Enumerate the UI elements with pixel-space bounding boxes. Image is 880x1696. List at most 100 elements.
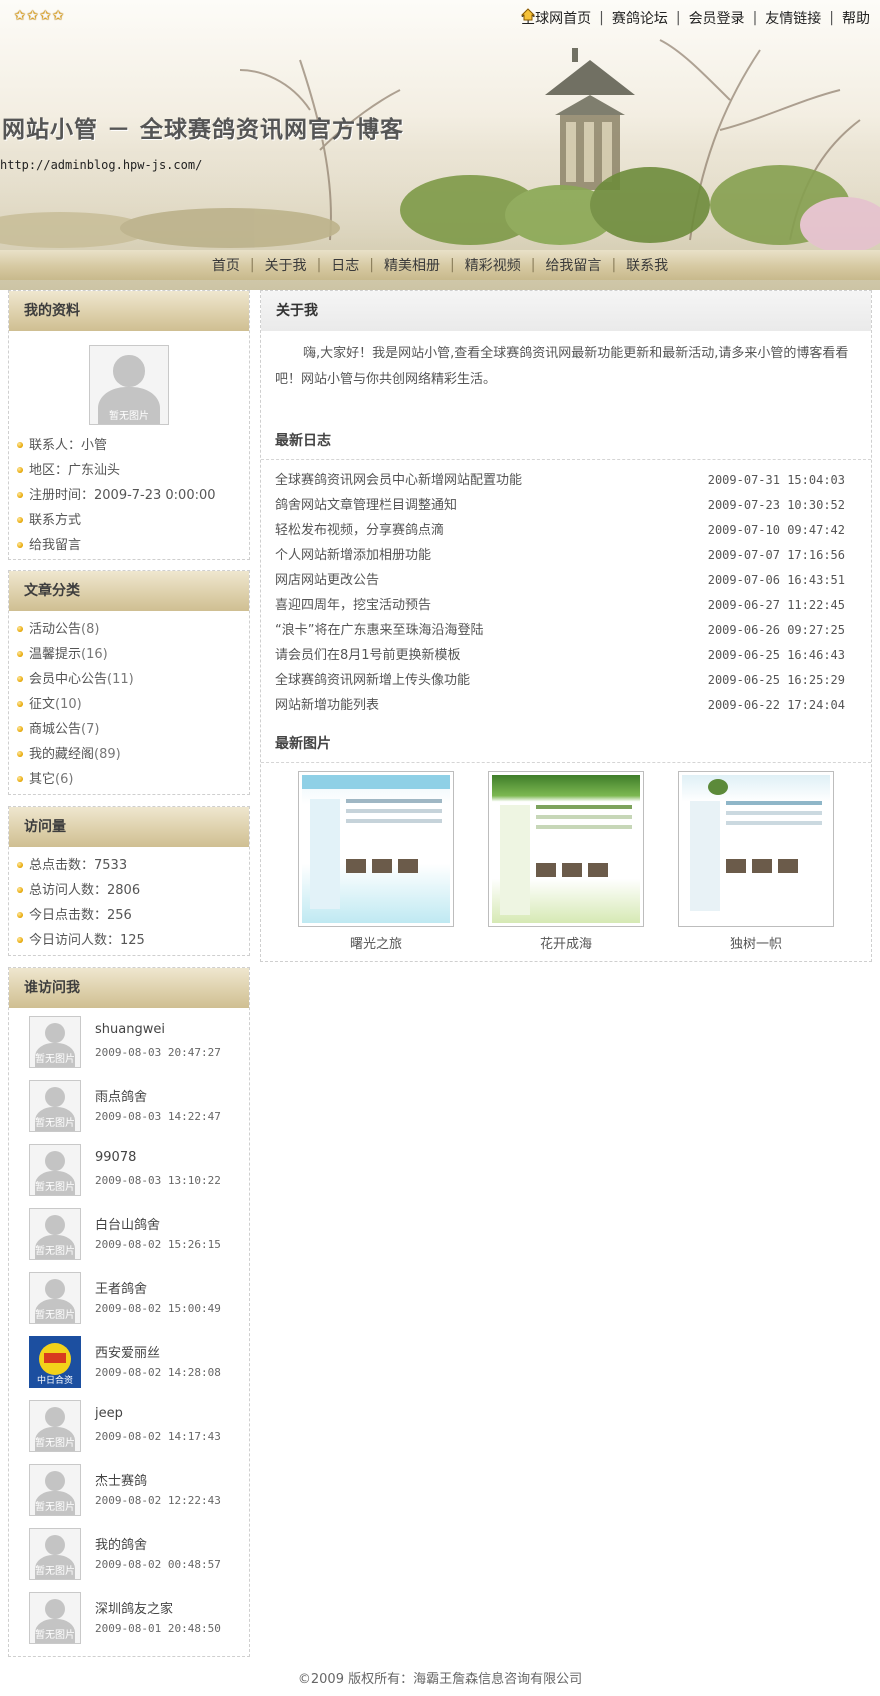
gallery-thumbnail[interactable]: [488, 771, 644, 927]
topnav-separator: |: [752, 10, 758, 26]
log-row[interactable]: 网站新增功能列表 2009-06-22 17:24:04: [261, 693, 871, 718]
visitor-name[interactable]: 杰士赛鸽: [95, 1470, 147, 1489]
visitor-item[interactable]: 暂无图片 白台山鸽舍 2009-08-02 15:26:15: [9, 1204, 249, 1268]
visitor-avatar[interactable]: 暂无图片: [29, 1208, 81, 1260]
latest-logs-list: 全球赛鸽资讯网会员中心新增网站配置功能 2009-07-31 15:04:03 鸽…: [261, 459, 871, 718]
visitor-time: 2009-08-02 14:28:08: [95, 1366, 221, 1379]
latest-logs-title: 最新日志: [275, 433, 331, 449]
category-item[interactable]: 征文(10): [17, 692, 249, 717]
log-title-link[interactable]: “浪卡”将在广东惠来至珠海沿海登陆: [275, 618, 483, 643]
visitor-name[interactable]: 王者鸽舍: [95, 1278, 147, 1297]
visitor-item[interactable]: 暂无图片 shuangwei 2009-08-03 20:47:27: [9, 1012, 249, 1076]
visitor-avatar[interactable]: 暂无图片: [29, 1592, 81, 1644]
log-title-link[interactable]: 网店网站更改公告: [275, 568, 379, 593]
log-title-link[interactable]: 全球赛鸽资讯网会员中心新增网站配置功能: [275, 468, 522, 493]
visitor-item[interactable]: 暂无图片 深圳鸽友之家 2009-08-01 20:48:50: [9, 1588, 249, 1652]
log-row[interactable]: 全球赛鸽资讯网会员中心新增网站配置功能 2009-07-31 15:04:03: [261, 468, 871, 493]
visitor-item[interactable]: 暂无图片 99078 2009-08-03 13:10:22: [9, 1140, 249, 1204]
category-item[interactable]: 会员中心公告(11): [17, 667, 249, 692]
profile-contact-method-link[interactable]: 联系方式: [17, 508, 249, 533]
visitor-time: 2009-08-03 14:22:47: [95, 1110, 221, 1123]
category-item[interactable]: 其它(6): [17, 767, 249, 792]
visitor-name[interactable]: 西安爱丽丝: [95, 1342, 160, 1361]
topnav-friend-links-link[interactable]: 友情链接: [765, 8, 821, 28]
category-item[interactable]: 商城公告(7): [17, 717, 249, 742]
visitor-time: 2009-08-03 13:10:22: [95, 1174, 221, 1187]
top-nav: 全球网首页 | 赛鸽论坛 | 会员登录 | 友情链接 | 帮助: [521, 8, 870, 28]
nav-home[interactable]: 首页: [202, 255, 250, 275]
visitor-name[interactable]: 白台山鸽舍: [95, 1214, 160, 1233]
categories-box: 文章分类 活动公告(8) 温馨提示(16) 会员中心公告(11) 征文(10) …: [8, 570, 250, 795]
gallery-item[interactable]: 曙光之旅: [296, 771, 456, 952]
log-row[interactable]: 请会员们在8月1号前更换新模板 2009-06-25 16:46:43: [261, 643, 871, 668]
profile-leave-message-link[interactable]: 给我留言: [17, 533, 249, 558]
log-title-link[interactable]: 鸽舍网站文章管理栏目调整通知: [275, 493, 457, 518]
visitor-name[interactable]: shuangwei: [95, 1022, 165, 1037]
gallery-thumbnail[interactable]: [298, 771, 454, 927]
log-title-link[interactable]: 轻松发布视频，分享赛鸽点滴: [275, 518, 444, 543]
topnav-separator: |: [829, 10, 834, 26]
blog-title: 网站小管 － 全球赛鸽资讯网官方博客: [2, 116, 405, 143]
visitors-box-title: 谁访问我: [9, 968, 249, 1008]
gallery-item[interactable]: 花开成海: [486, 771, 646, 952]
log-title-link[interactable]: 网站新增功能列表: [275, 693, 379, 718]
visitor-avatar[interactable]: 暂无图片: [29, 1016, 81, 1068]
nav-albums[interactable]: 精美相册: [374, 255, 450, 275]
visitor-time: 2009-08-02 12:22:43: [95, 1494, 221, 1507]
log-row[interactable]: 轻松发布视频，分享赛鸽点滴 2009-07-10 09:47:42: [261, 518, 871, 543]
visitor-item[interactable]: 暂无图片 雨点鸽舍 2009-08-03 14:22:47: [9, 1076, 249, 1140]
log-row[interactable]: 网店网站更改公告 2009-07-06 16:43:51: [261, 568, 871, 593]
topnav-help-link[interactable]: 帮助: [842, 8, 870, 28]
log-row[interactable]: 鸽舍网站文章管理栏目调整通知 2009-07-23 10:30:52: [261, 493, 871, 518]
visitor-name[interactable]: 99078: [95, 1150, 136, 1165]
category-item[interactable]: 活动公告(8): [17, 617, 249, 642]
log-title-link[interactable]: 全球赛鸽资讯网新增上传头像功能: [275, 668, 470, 693]
visitor-item[interactable]: 中日合资 西安爱丽丝 2009-08-02 14:28:08: [9, 1332, 249, 1396]
gallery-caption[interactable]: 独树一帜: [676, 933, 836, 952]
visitor-item[interactable]: 暂无图片 jeep 2009-08-02 14:17:43: [9, 1396, 249, 1460]
category-item[interactable]: 温馨提示(16): [17, 642, 249, 667]
nav-videos[interactable]: 精彩视频: [455, 255, 531, 275]
visitor-avatar[interactable]: 暂无图片: [29, 1400, 81, 1452]
latest-pics-gallery: 曙光之旅 花开成海 独树一帜: [261, 762, 871, 952]
topnav-login-link[interactable]: 会员登录: [689, 8, 745, 28]
gallery-thumbnail[interactable]: [678, 771, 834, 927]
latest-pics-title: 最新图片: [275, 736, 331, 752]
nav-contact[interactable]: 联系我: [616, 255, 678, 275]
gallery-item[interactable]: 独树一帜: [676, 771, 836, 952]
log-date: 2009-07-06 16:43:51: [707, 573, 845, 587]
gallery-caption[interactable]: 曙光之旅: [296, 933, 456, 952]
category-item[interactable]: 我的藏经阁(89): [17, 742, 249, 767]
visitor-logo-avatar[interactable]: 中日合资: [29, 1336, 81, 1388]
rating-stars-icon: ✩✩✩✩: [14, 8, 65, 24]
visitor-time: 2009-08-02 14:17:43: [95, 1430, 221, 1443]
visitor-item[interactable]: 暂无图片 王者鸽舍 2009-08-02 15:00:49: [9, 1268, 249, 1332]
nav-blog[interactable]: 日志: [321, 255, 369, 275]
visitor-name[interactable]: 我的鸽舍: [95, 1534, 147, 1553]
visitor-name[interactable]: jeep: [95, 1406, 123, 1421]
visitor-item[interactable]: 暂无图片 杰士赛鸽 2009-08-02 12:22:43: [9, 1460, 249, 1524]
log-title-link[interactable]: 请会员们在8月1号前更换新模板: [275, 643, 461, 668]
avatar-caption: 暂无图片: [109, 411, 149, 422]
log-row[interactable]: 个人网站新增添加相册功能 2009-07-07 17:16:56: [261, 543, 871, 568]
profile-box: 我的资料 暂无图片 联系人：小管 地区：广东汕头 注册时间：2009-7-23 …: [8, 290, 250, 560]
topnav-forum-link[interactable]: 赛鸽论坛: [612, 8, 668, 28]
visitor-avatar[interactable]: 暂无图片: [29, 1528, 81, 1580]
visitor-item[interactable]: 暂无图片 我的鸽舍 2009-08-02 00:48:57: [9, 1524, 249, 1588]
visitor-avatar[interactable]: 暂无图片: [29, 1272, 81, 1324]
visitor-name[interactable]: 深圳鸽友之家: [95, 1598, 173, 1617]
nav-about[interactable]: 关于我: [255, 255, 317, 275]
log-row[interactable]: “浪卡”将在广东惠来至珠海沿海登陆 2009-06-26 09:27:25: [261, 618, 871, 643]
visitor-avatar[interactable]: 暂无图片: [29, 1080, 81, 1132]
visitor-avatar[interactable]: 暂无图片: [29, 1464, 81, 1516]
log-row[interactable]: 全球赛鸽资讯网新增上传头像功能 2009-06-25 16:25:29: [261, 668, 871, 693]
categories-box-title: 文章分类: [9, 571, 249, 611]
visitor-name[interactable]: 雨点鸽舍: [95, 1086, 147, 1105]
visits-box: 访问量 总点击数：7533 总访问人数：2806 今日点击数：256 今日访问人…: [8, 806, 250, 956]
nav-guestbook[interactable]: 给我留言: [535, 255, 611, 275]
visitor-avatar[interactable]: 暂无图片: [29, 1144, 81, 1196]
gallery-caption[interactable]: 花开成海: [486, 933, 646, 952]
log-title-link[interactable]: 喜迎四周年，挖宝活动预告: [275, 593, 431, 618]
log-title-link[interactable]: 个人网站新增添加相册功能: [275, 543, 431, 568]
log-row[interactable]: 喜迎四周年，挖宝活动预告 2009-06-27 11:22:45: [261, 593, 871, 618]
